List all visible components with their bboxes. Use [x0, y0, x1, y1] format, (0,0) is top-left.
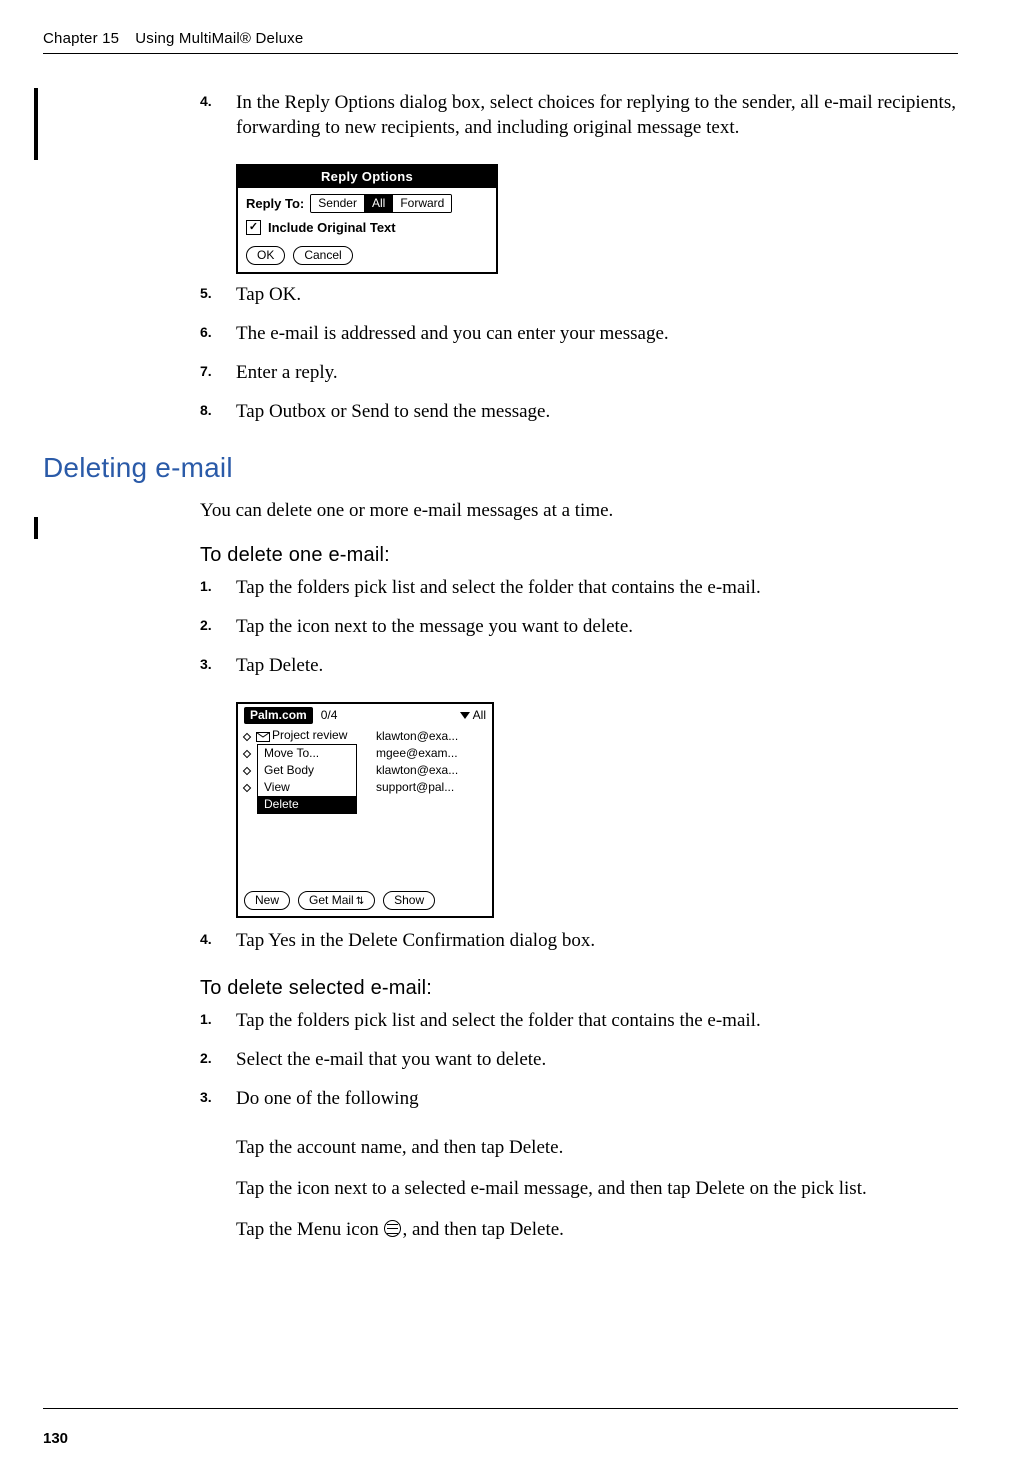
step-text: Do one of the following — [236, 1088, 419, 1109]
step-item: 3 Tap Delete. — [200, 653, 958, 678]
account-name-button[interactable]: Palm.com — [244, 707, 313, 724]
ok-button[interactable]: OK — [246, 246, 285, 265]
message-subject[interactable]: Project review — [272, 728, 347, 742]
step-number: 2 — [200, 1049, 212, 1067]
step-item: 5 Tap OK. — [200, 282, 958, 307]
chevron-down-icon — [460, 712, 470, 719]
section-heading: Deleting e-mail — [43, 452, 958, 484]
step-number: 3 — [200, 655, 212, 673]
step-item: 8 Tap Outbox or Send to send the message… — [200, 399, 958, 424]
page-number: 130 — [43, 1430, 68, 1447]
segment-all[interactable]: All — [365, 195, 393, 212]
procedure-heading: To delete one e-mail: — [200, 544, 958, 567]
step-text: Tap OK. — [236, 284, 301, 305]
reply-to-label: Reply To: — [246, 196, 304, 211]
running-header: Chapter 15 Using MultiMail® Deluxe — [43, 30, 958, 47]
step-item: 1 Tap the folders pick list and select t… — [200, 1008, 958, 1033]
step-item: 4 In the Reply Options dialog box, selec… — [200, 90, 958, 140]
step-number: 7 — [200, 362, 212, 380]
address-column: klawton@exa... mgee@exam... klawton@exa.… — [376, 728, 458, 796]
step-number: 2 — [200, 616, 212, 634]
get-mail-label: Get Mail — [309, 893, 354, 907]
sub-step: Tap the account name, and then tap Delet… — [236, 1135, 958, 1160]
menu-icon — [384, 1220, 401, 1237]
menu-item-move-to[interactable]: Move To... — [258, 745, 356, 762]
step-text: Tap Outbox or Send to send the message. — [236, 401, 550, 422]
reply-options-dialog: Reply Options Reply To: Sender All Forwa… — [236, 164, 498, 274]
sub-step: Tap the Menu icon , and then tap Delete. — [236, 1217, 958, 1242]
message-from: klawton@exa... — [376, 728, 458, 745]
sub-step-text: Tap the Menu icon — [236, 1219, 383, 1240]
step-number: 4 — [200, 92, 212, 110]
step-text: Enter a reply. — [236, 362, 338, 383]
message-status-icon[interactable] — [243, 733, 251, 741]
get-mail-button[interactable]: Get Mail⇅ — [298, 891, 375, 910]
sub-step: Tap the icon next to a selected e-mail m… — [236, 1176, 958, 1201]
header-rule — [43, 53, 958, 54]
dialog-title: Reply Options — [238, 166, 496, 188]
message-status-icon[interactable] — [243, 750, 251, 758]
message-from: support@pal... — [376, 779, 458, 796]
segment-sender[interactable]: Sender — [311, 195, 365, 212]
step-number: 3 — [200, 1088, 212, 1106]
cancel-button[interactable]: Cancel — [293, 246, 352, 265]
step-item: 1 Tap the folders pick list and select t… — [200, 575, 958, 600]
step-number: 1 — [200, 1010, 212, 1028]
step-item: 3 Do one of the following — [200, 1086, 958, 1111]
step-text: Tap the folders pick list and select the… — [236, 1010, 761, 1031]
step-item: 2 Tap the icon next to the message you w… — [200, 614, 958, 639]
change-bar — [34, 517, 38, 539]
step-number: 5 — [200, 284, 212, 302]
mail-list-screenshot: Palm.com 0/4 All Project review — [236, 702, 494, 918]
step-text: Tap Delete. — [236, 655, 323, 676]
step-item: 7 Enter a reply. — [200, 360, 958, 385]
step-number: 6 — [200, 323, 212, 341]
message-status-icon[interactable] — [243, 784, 251, 792]
message-status-icon[interactable] — [243, 767, 251, 775]
step-text: Tap the folders pick list and select the… — [236, 577, 761, 598]
sub-step-text: , and then tap Delete. — [402, 1219, 563, 1240]
step-item: 4 Tap Yes in the Delete Confirmation dia… — [200, 928, 958, 953]
sync-arrows-icon: ⇅ — [356, 898, 364, 906]
envelope-icon[interactable] — [256, 732, 270, 742]
unread-count: 0/4 — [321, 708, 338, 722]
menu-item-get-body[interactable]: Get Body — [258, 762, 356, 779]
step-item: 2 Select the e-mail that you want to del… — [200, 1047, 958, 1072]
new-button[interactable]: New — [244, 891, 290, 910]
step-number: 4 — [200, 930, 212, 948]
reply-to-segment[interactable]: Sender All Forward — [310, 194, 452, 213]
menu-item-delete[interactable]: Delete — [258, 796, 356, 813]
change-bar — [34, 88, 38, 160]
section-intro: You can delete one or more e-mail messag… — [200, 498, 958, 523]
context-menu: Move To... Get Body View Delete — [257, 744, 357, 814]
step-number: 1 — [200, 577, 212, 595]
procedure-heading: To delete selected e-mail: — [200, 977, 958, 1000]
message-from: klawton@exa... — [376, 762, 458, 779]
folder-picklist[interactable]: All — [460, 708, 486, 722]
include-original-checkbox[interactable]: ✓ — [246, 220, 261, 235]
message-from: mgee@exam... — [376, 745, 458, 762]
include-original-label: Include Original Text — [268, 220, 396, 235]
show-button[interactable]: Show — [383, 891, 435, 910]
step-text: Tap Yes in the Delete Confirmation dialo… — [236, 930, 595, 951]
step-item: 6 The e-mail is addressed and you can en… — [200, 321, 958, 346]
chapter-label: Chapter 15 — [43, 30, 119, 47]
footer-rule — [43, 1408, 958, 1409]
step-text: The e-mail is addressed and you can ente… — [236, 323, 669, 344]
step-text: In the Reply Options dialog box, select … — [236, 92, 956, 138]
folder-picklist-label: All — [473, 708, 486, 722]
step-text: Tap the icon next to the message you wan… — [236, 616, 633, 637]
menu-item-view[interactable]: View — [258, 779, 356, 796]
chapter-title: Using MultiMail® Deluxe — [135, 30, 303, 47]
segment-forward[interactable]: Forward — [393, 195, 451, 212]
step-text: Select the e-mail that you want to delet… — [236, 1049, 546, 1070]
step-number: 8 — [200, 401, 212, 419]
